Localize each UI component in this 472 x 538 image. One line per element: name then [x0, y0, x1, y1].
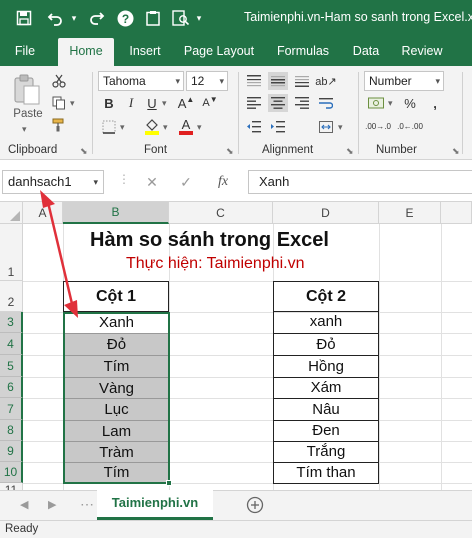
scroll-right-icon[interactable]: ▶: [48, 498, 56, 511]
new-sheet-button[interactable]: [246, 496, 264, 514]
annotation-arrow: [40, 190, 78, 318]
sheet-tab-bar: [0, 490, 472, 520]
sheet-tab-taimienphi[interactable]: Taimienphi.vn: [97, 490, 213, 520]
sheet-grip: ⋯: [80, 496, 94, 512]
scroll-left-icon[interactable]: ◀: [20, 498, 28, 511]
status-bar: Ready: [0, 520, 472, 538]
